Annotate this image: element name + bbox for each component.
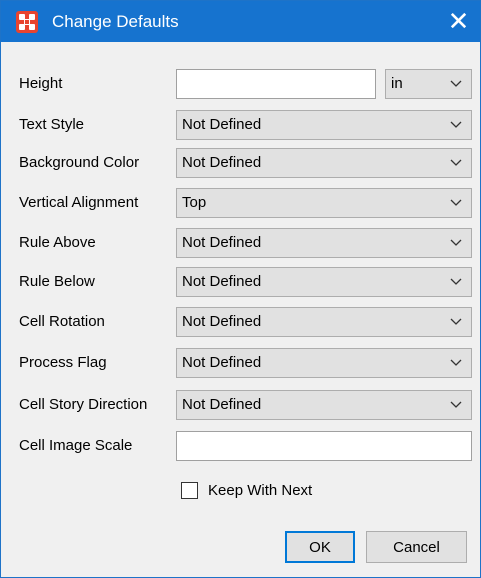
chevron-down-icon — [450, 239, 462, 246]
height-unit-select[interactable]: in — [385, 69, 472, 99]
height-input[interactable] — [176, 69, 376, 99]
cell-rotation-label: Cell Rotation — [19, 313, 105, 330]
keep-with-next-checkbox[interactable] — [181, 482, 198, 499]
cell-story-direction-label: Cell Story Direction — [19, 396, 148, 413]
rule-below-value: Not Defined — [182, 273, 262, 290]
text-style-select[interactable]: Not Defined — [176, 110, 472, 140]
close-icon: ✕ — [447, 6, 470, 36]
chevron-down-icon — [450, 199, 462, 206]
cell-image-scale-input[interactable] — [176, 431, 472, 461]
vertical-alignment-select[interactable]: Top — [176, 188, 472, 218]
height-row: Height in — [1, 69, 480, 99]
process-flag-row: Process Flag Not Defined — [1, 348, 480, 378]
app-logo-icon — [16, 11, 38, 33]
text-style-value: Not Defined — [182, 116, 262, 133]
cancel-button[interactable]: Cancel — [366, 531, 467, 563]
rule-above-row: Rule Above Not Defined — [1, 228, 480, 258]
vertical-alignment-row: Vertical Alignment Top — [1, 188, 480, 218]
change-defaults-dialog: Change Defaults ✕ Height in Text Style N… — [0, 0, 481, 578]
rule-above-label: Rule Above — [19, 234, 96, 251]
text-style-label: Text Style — [19, 116, 85, 133]
cell-rotation-value: Not Defined — [182, 313, 262, 330]
cell-image-scale-label: Cell Image Scale — [19, 437, 133, 454]
cell-story-direction-select[interactable]: Not Defined — [176, 390, 472, 420]
background-color-select[interactable]: Not Defined — [176, 148, 472, 178]
chevron-down-icon — [450, 121, 462, 128]
chevron-down-icon — [450, 401, 462, 408]
cell-story-direction-row: Cell Story Direction Not Defined — [1, 390, 480, 420]
cell-story-direction-value: Not Defined — [182, 396, 262, 413]
vertical-alignment-label: Vertical Alignment — [19, 194, 139, 211]
window-title: Change Defaults — [52, 12, 179, 31]
vertical-alignment-value: Top — [182, 194, 207, 211]
title-bar: Change Defaults ✕ — [1, 1, 480, 42]
rule-below-select[interactable]: Not Defined — [176, 267, 472, 297]
background-color-value: Not Defined — [182, 154, 262, 171]
background-color-label: Background Color — [19, 154, 140, 171]
chevron-down-icon — [450, 80, 462, 87]
rule-below-label: Rule Below — [19, 273, 95, 290]
background-color-row: Background Color Not Defined — [1, 148, 480, 178]
cell-rotation-row: Cell Rotation Not Defined — [1, 307, 480, 337]
chevron-down-icon — [450, 278, 462, 285]
cell-rotation-select[interactable]: Not Defined — [176, 307, 472, 337]
height-unit-value: in — [391, 75, 403, 92]
keep-with-next-label: Keep With Next — [208, 482, 313, 499]
close-button[interactable]: ✕ — [437, 1, 480, 42]
cell-image-scale-row: Cell Image Scale — [1, 431, 480, 461]
rule-below-row: Rule Below Not Defined — [1, 267, 480, 297]
height-label: Height — [19, 75, 63, 92]
text-style-row: Text Style Not Defined — [1, 110, 480, 140]
ok-button[interactable]: OK — [285, 531, 355, 563]
process-flag-value: Not Defined — [182, 354, 262, 371]
rule-above-value: Not Defined — [182, 234, 262, 251]
chevron-down-icon — [450, 159, 462, 166]
chevron-down-icon — [450, 359, 462, 366]
chevron-down-icon — [450, 318, 462, 325]
process-flag-label: Process Flag — [19, 354, 107, 371]
rule-above-select[interactable]: Not Defined — [176, 228, 472, 258]
process-flag-select[interactable]: Not Defined — [176, 348, 472, 378]
